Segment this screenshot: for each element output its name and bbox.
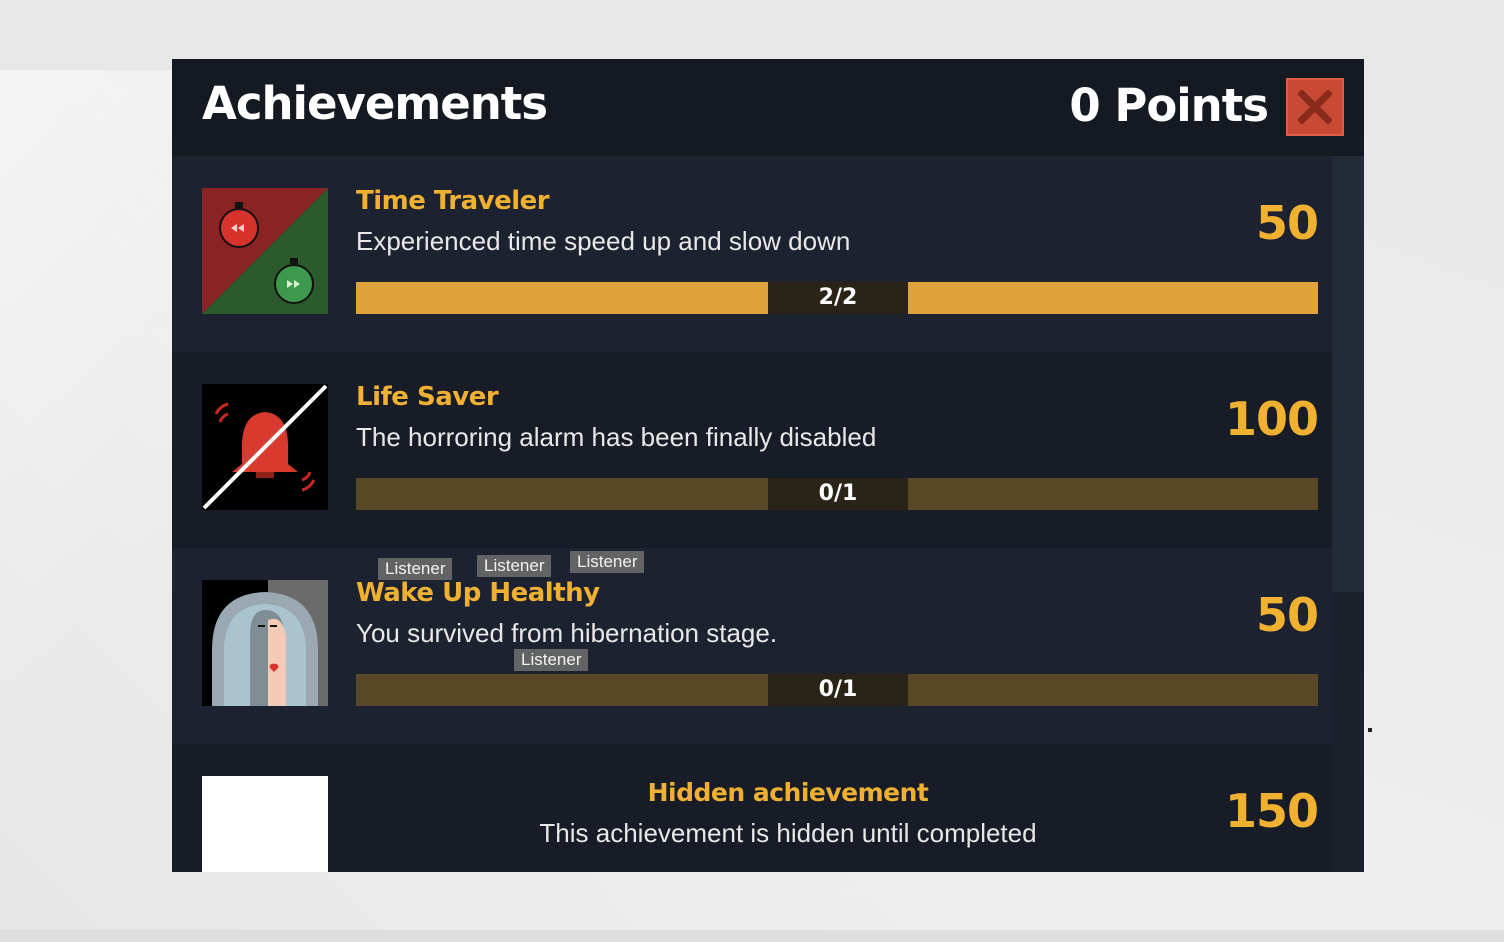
- close-button[interactable]: [1286, 78, 1344, 136]
- achievement-name: Wake Up Healthy: [356, 578, 600, 608]
- debug-tooltip: Listener: [514, 649, 589, 671]
- stray-pixel: [1368, 728, 1372, 732]
- list-scrollbar[interactable]: [1332, 156, 1364, 872]
- achievement-points: 100: [1224, 392, 1319, 446]
- achievements-panel: Achievements 0 Points Time Traveler Expe…: [172, 59, 1364, 872]
- close-x-icon: [1298, 90, 1332, 124]
- alarm-bell-muted-icon: [202, 384, 328, 510]
- achievement-row: Time Traveler Experienced time speed up …: [172, 156, 1332, 352]
- total-points: 0 Points: [1069, 79, 1269, 132]
- achievement-description: The horroring alarm has been finally dis…: [356, 422, 877, 452]
- achievement-name: Life Saver: [356, 382, 499, 412]
- achievement-row-hidden: Hidden achievement This achievement is h…: [172, 744, 1332, 872]
- achievement-progress-bar: 0/1: [356, 674, 1318, 706]
- background-bottom-strip: [0, 930, 1504, 942]
- hibernation-pod-person-icon: [202, 580, 328, 706]
- achievement-name: Time Traveler: [356, 186, 550, 216]
- stopwatch-rewind-fastforward-icon: [202, 188, 328, 314]
- achievement-points: 150: [1224, 784, 1319, 838]
- debug-tooltip: Listener: [570, 551, 645, 573]
- scrollbar-thumb[interactable]: [1332, 156, 1364, 592]
- panel-title: Achievements: [202, 77, 548, 130]
- debug-tooltip: Listener: [378, 558, 453, 580]
- achievement-progress-bar: 2/2: [356, 282, 1318, 314]
- achievement-description: This achievement is hidden until complet…: [539, 818, 1037, 848]
- achievement-list[interactable]: Time Traveler Experienced time speed up …: [172, 156, 1332, 872]
- achievement-progress-bar: 0/1: [356, 478, 1318, 510]
- debug-tooltip: Listener: [477, 555, 552, 577]
- panel-header: Achievements 0 Points: [172, 59, 1364, 156]
- achievement-points: 50: [1255, 588, 1319, 642]
- achievement-row: Wake Up Healthy You survived from hibern…: [172, 548, 1332, 744]
- achievement-name: Hidden achievement: [647, 778, 929, 807]
- achievement-row: Life Saver The horroring alarm has been …: [172, 352, 1332, 548]
- progress-label: 0/1: [818, 481, 858, 506]
- hidden-placeholder-icon: [202, 776, 328, 872]
- achievement-description: Experienced time speed up and slow down: [356, 226, 851, 256]
- progress-label: 0/1: [818, 677, 858, 702]
- progress-label: 2/2: [818, 285, 858, 310]
- achievement-points: 50: [1255, 196, 1319, 250]
- achievement-description: You survived from hibernation stage.: [356, 618, 778, 648]
